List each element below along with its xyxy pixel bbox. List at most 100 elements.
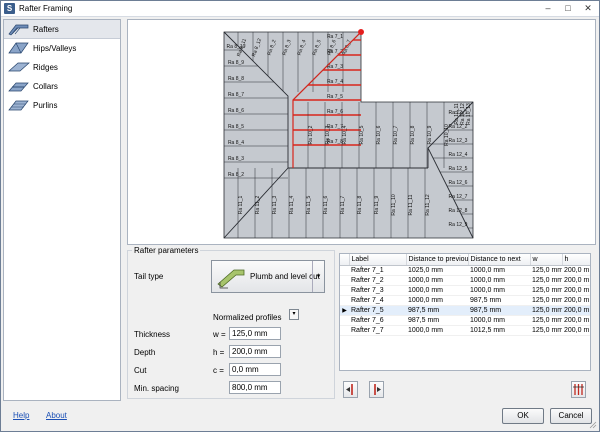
rafter-label[interactable]: Ra 11_5 (306, 196, 312, 215)
rafter-label[interactable]: Ra 10_6 (376, 125, 382, 144)
table-cell[interactable]: 987,5 mm (406, 315, 468, 326)
table-cell[interactable]: 1000,0 mm (468, 275, 530, 286)
selected-rafter-label[interactable]: Ra 7_3 (327, 64, 343, 70)
about-link[interactable]: About (46, 411, 67, 420)
sidebar-item-purlins[interactable]: Purlins (4, 96, 120, 115)
table-cell[interactable]: 125,0 mm (530, 315, 562, 326)
selected-rafter-label[interactable]: Ra 7_1 (327, 34, 343, 40)
rafter-label[interactable]: Ra 10_2 (308, 125, 314, 144)
row-marker[interactable]: ▶ (340, 305, 349, 316)
table-cell[interactable]: 1000,0 mm (468, 265, 530, 276)
rafter-label[interactable]: Ra 12_6 (449, 180, 468, 186)
normalized-profiles-dropdown[interactable]: ▾ (289, 309, 299, 320)
rafter-label[interactable]: Ra 8_5 (228, 124, 244, 130)
maximize-icon[interactable]: □ (561, 3, 575, 13)
title-bar[interactable]: S Rafter Framing – □ ✕ (1, 1, 599, 17)
table-cell[interactable]: 1000,0 mm (406, 285, 468, 296)
table-row[interactable]: Rafter 7_2 1000,0 mm 1000,0 mm 125,0 mm 200,… (340, 275, 590, 286)
row-marker[interactable] (340, 265, 349, 276)
roof-plan-canvas[interactable]: Ra 8_10 Ra 8_9 Ra 8_8 Ra 8_7 Ra 8_6 Ra 8_5 Ra … (127, 19, 596, 245)
table-cell[interactable]: 125,0 mm (530, 285, 562, 296)
sidebar-item-hips-valleys[interactable]: Hips/Valleys (4, 39, 120, 58)
column-header-h[interactable]: h (562, 254, 590, 266)
table-cell[interactable]: Rafter 7_1 (349, 265, 406, 276)
column-header-distance-previous[interactable]: Distance to previous (406, 254, 469, 266)
rafter-label[interactable]: Ra 10_7 (393, 125, 399, 144)
row-marker[interactable] (340, 295, 349, 306)
table-cell[interactable]: 200,0 m (562, 285, 590, 296)
table-cell[interactable]: Rafter 7_7 (349, 325, 406, 336)
table-cell[interactable]: Rafter 7_3 (349, 285, 406, 296)
rafter-table[interactable]: Label Distance to previous Distance to n… (339, 253, 591, 371)
table-cell[interactable]: 987,5 mm (468, 305, 530, 316)
rafter-label[interactable]: Ra 10_4 (342, 125, 348, 144)
close-icon[interactable]: ✕ (581, 3, 595, 13)
table-row[interactable]: Rafter 7_7 1000,0 mm 1012,5 mm 125,0 mm 200,… (340, 325, 590, 336)
table-cell[interactable]: 125,0 mm (530, 265, 562, 276)
selected-rafter-label[interactable]: Ra 7_6 (327, 109, 343, 115)
depth-field[interactable]: 200,0 mm (229, 345, 281, 358)
move-left-button[interactable] (343, 381, 358, 398)
table-cell[interactable]: Rafter 7_2 (349, 275, 406, 286)
sidebar-item-collars[interactable]: Collars (4, 77, 120, 96)
table-cell[interactable]: 200,0 m (562, 305, 590, 316)
table-cell[interactable]: 125,0 mm (530, 325, 562, 336)
table-cell[interactable]: 1025,0 mm (406, 265, 468, 276)
rafter-label[interactable]: Ra 8_7 (228, 92, 244, 98)
rafter-label[interactable]: Ra 8_4 (228, 140, 244, 146)
table-cell[interactable]: 1000,0 mm (406, 295, 468, 306)
rafter-label[interactable]: Ra 11_7 (340, 196, 346, 215)
rafter-label[interactable]: Ra 11_3 (272, 196, 278, 215)
hip-endpoint-handle[interactable] (358, 29, 364, 35)
rafter-label[interactable]: Ra 11_12 (425, 194, 431, 216)
rafter-label[interactable]: Ra 12_5 (449, 166, 468, 172)
tail-type-dropdown[interactable]: Plumb and level cut ▾ (211, 260, 325, 293)
ok-button[interactable]: OK (502, 408, 544, 424)
help-link[interactable]: Help (13, 411, 29, 420)
minimize-icon[interactable]: – (541, 3, 555, 13)
rafter-label[interactable]: Ra 12_4 (449, 152, 468, 158)
rafter-label[interactable]: Ra 8_2 (228, 172, 244, 178)
roof-plan-drawing[interactable]: Ra 8_10Ra 8_9Ra 8_8Ra 8_7Ra 8_6Ra 8_5Ra … (128, 20, 595, 244)
rafter-label[interactable]: Ra 11_2 (255, 196, 261, 215)
table-cell[interactable]: 125,0 mm (530, 275, 562, 286)
resize-grip-icon[interactable] (589, 421, 597, 429)
thickness-field[interactable]: 125,0 mm (229, 327, 281, 340)
column-header-distance-next[interactable]: Distance to next (468, 254, 531, 266)
table-cell[interactable]: 125,0 mm (530, 305, 562, 316)
sidebar-item-rafters[interactable]: Rafters (4, 20, 120, 39)
table-cell[interactable]: 200,0 m (562, 265, 590, 276)
cut-field[interactable]: 0,0 mm (229, 363, 281, 376)
rafter-label[interactable]: Ra 12_3 (449, 138, 468, 144)
table-cell[interactable]: 200,0 m (562, 325, 590, 336)
row-marker[interactable] (340, 285, 349, 296)
column-header-w[interactable]: w (530, 254, 563, 266)
rafter-label[interactable]: Ra 10_3 (325, 125, 331, 144)
table-cell[interactable]: 200,0 m (562, 295, 590, 306)
table-cell[interactable]: 125,0 mm (530, 295, 562, 306)
rafter-label[interactable]: Ra 10_8 (410, 125, 416, 144)
table-cell[interactable]: 1000,0 mm (406, 275, 468, 286)
equalize-spacing-button[interactable] (571, 381, 586, 398)
sidebar-item-ridges[interactable]: Ridges (4, 58, 120, 77)
table-cell[interactable]: Rafter 7_4 (349, 295, 406, 306)
rafter-label[interactable]: Ra 8_8 (228, 76, 244, 82)
rafter-label[interactable]: Ra 10_13 (466, 103, 472, 125)
table-row[interactable]: Rafter 7_3 1000,0 mm 1000,0 mm 125,0 mm 200,… (340, 285, 590, 296)
rafter-label[interactable]: Ra 8_6 (228, 108, 244, 114)
selected-rafter-label[interactable]: Ra 7_5 (327, 94, 343, 100)
rafter-label[interactable]: Ra 11_10 (391, 194, 397, 216)
chevron-down-icon[interactable]: ▾ (312, 261, 324, 292)
move-right-button[interactable] (369, 381, 384, 398)
rafter-label[interactable]: Ra 11_8 (357, 196, 363, 215)
column-header-label[interactable]: Label (349, 254, 407, 266)
rafter-label[interactable]: Ra 11_4 (289, 196, 295, 215)
table-cell[interactable]: Rafter 7_5 (349, 305, 406, 316)
table-row[interactable]: Rafter 7_1 1025,0 mm 1000,0 mm 125,0 mm 200,… (340, 265, 590, 276)
rafter-label[interactable]: Ra 12_9 (449, 222, 468, 228)
table-row[interactable]: ▶ Rafter 7_5 987,5 mm 987,5 mm 125,0 mm 200,0… (340, 305, 590, 316)
roof-outline[interactable] (223, 31, 474, 239)
rafter-label[interactable]: Ra 8_9 (228, 60, 244, 66)
selected-rafter-label[interactable]: Ra 7_4 (327, 79, 343, 85)
table-row[interactable]: Rafter 7_4 1000,0 mm 987,5 mm 125,0 mm 200,0… (340, 295, 590, 306)
